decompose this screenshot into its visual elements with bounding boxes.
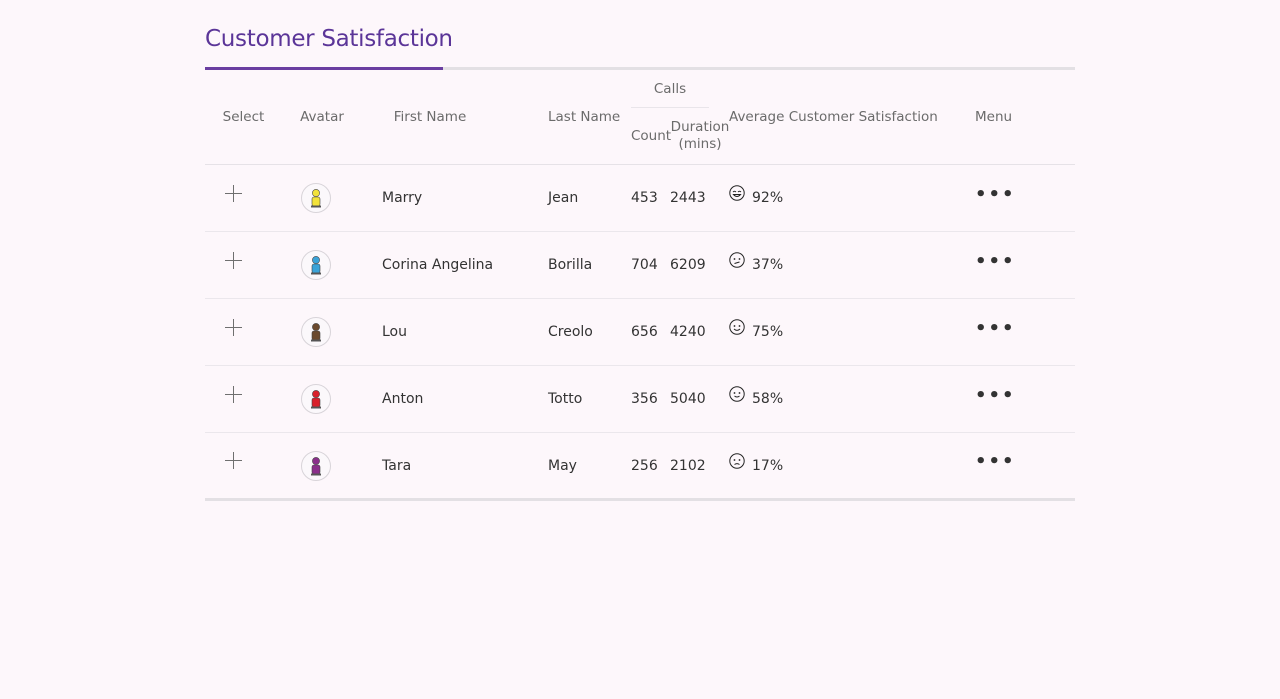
smile-face-icon <box>729 386 745 406</box>
avatar <box>301 183 331 213</box>
header-satisfaction: Average Customer Satisfaction <box>709 70 955 165</box>
last-name-cell: Borilla <box>528 231 631 299</box>
menu-cell: ••• <box>955 231 1075 299</box>
count-cell: 256 <box>631 432 670 501</box>
satisfaction-value: 17% <box>752 457 784 474</box>
duration-cell: 6209 <box>670 231 709 299</box>
header-avatar: Avatar <box>282 70 362 165</box>
menu-cell: ••• <box>955 432 1075 501</box>
title-underline <box>205 67 443 70</box>
avatar-cell <box>282 231 362 299</box>
avatar-cell <box>282 298 362 366</box>
title-bar: Customer Satisfaction <box>205 0 1075 70</box>
avatar <box>301 250 331 280</box>
select-cell <box>205 432 282 501</box>
add-icon[interactable] <box>225 318 242 336</box>
more-options-icon[interactable]: ••• <box>975 251 1016 272</box>
last-name-cell: May <box>528 432 631 501</box>
satisfaction-value: 37% <box>752 257 784 273</box>
count-cell: 704 <box>631 231 670 299</box>
satisfaction-cell: 92% <box>709 164 955 232</box>
add-icon[interactable] <box>225 184 242 202</box>
header-last-name: Last Name <box>528 70 631 165</box>
avatar <box>301 384 331 414</box>
duration-cell: 2443 <box>670 164 709 232</box>
avatar <box>301 450 331 481</box>
first-name-cell: Lou <box>362 298 528 366</box>
customer-table: Select Avatar First Name Last Name Calls… <box>205 70 1075 501</box>
table-row: Corina Angelina Borilla 704 6209 37% ••• <box>205 231 1075 299</box>
duration-cell: 4240 <box>670 298 709 366</box>
header-count: Count <box>631 107 671 165</box>
customer-satisfaction-panel: Customer Satisfaction Select Avatar Firs… <box>205 0 1075 501</box>
more-options-icon[interactable]: ••• <box>975 184 1016 205</box>
add-icon[interactable] <box>225 385 242 403</box>
first-name-cell: Anton <box>362 365 528 433</box>
table-body: Marry Jean 453 2443 92% ••• Corina Angelina Bor… <box>205 164 1075 501</box>
more-options-icon[interactable]: ••• <box>975 385 1016 406</box>
add-icon[interactable] <box>225 251 242 269</box>
first-name-cell: Corina Angelina <box>362 231 528 299</box>
table-row: Lou Creolo 656 4240 75% ••• <box>205 298 1075 366</box>
satisfaction-cell: 17% <box>709 432 955 501</box>
first-name-cell: Tara <box>362 432 528 501</box>
unhappy-face-icon <box>729 252 745 272</box>
header-select: Select <box>205 70 282 165</box>
table-row: Marry Jean 453 2443 92% ••• <box>205 164 1075 232</box>
select-cell <box>205 298 282 366</box>
happy-face-icon <box>729 319 745 339</box>
more-options-icon[interactable]: ••• <box>975 318 1016 339</box>
satisfaction-cell: 75% <box>709 298 955 366</box>
header-duration: Duration (mins) <box>670 107 729 165</box>
first-name-cell: Marry <box>362 164 528 232</box>
avatar-cell <box>282 164 362 232</box>
satisfaction-cell: 58% <box>709 365 955 433</box>
last-name-cell: Creolo <box>528 298 631 366</box>
duration-cell: 2102 <box>670 432 709 501</box>
menu-cell: ••• <box>955 365 1075 433</box>
satisfaction-cell: 37% <box>709 231 955 299</box>
avatar-cell <box>282 365 362 433</box>
header-duration-label: Duration (mins) <box>670 119 730 152</box>
table-row: Tara May 256 2102 17% ••• <box>205 432 1075 501</box>
table-row: Anton Totto 356 5040 58% ••• <box>205 365 1075 433</box>
satisfaction-value: 92% <box>752 190 784 206</box>
header-calls: Calls <box>631 70 709 108</box>
count-cell: 656 <box>631 298 670 366</box>
avatar-cell <box>282 432 362 501</box>
header-menu: Menu <box>955 70 1075 165</box>
duration-cell: 5040 <box>670 365 709 433</box>
menu-cell: ••• <box>955 164 1075 232</box>
very-happy-face-icon <box>729 185 745 205</box>
header-first-name: First Name <box>362 70 528 165</box>
menu-cell: ••• <box>955 298 1075 366</box>
select-cell <box>205 164 282 232</box>
satisfaction-value: 58% <box>752 391 784 407</box>
select-cell <box>205 231 282 299</box>
sad-face-icon <box>729 452 745 473</box>
add-icon[interactable] <box>225 452 242 469</box>
last-name-cell: Jean <box>528 164 631 232</box>
page-title: Customer Satisfaction <box>205 26 453 52</box>
last-name-cell: Totto <box>528 365 631 433</box>
count-cell: 453 <box>631 164 670 232</box>
select-cell <box>205 365 282 433</box>
satisfaction-value: 75% <box>752 324 784 340</box>
count-cell: 356 <box>631 365 670 433</box>
more-options-icon[interactable]: ••• <box>975 451 1016 472</box>
avatar <box>301 317 331 347</box>
